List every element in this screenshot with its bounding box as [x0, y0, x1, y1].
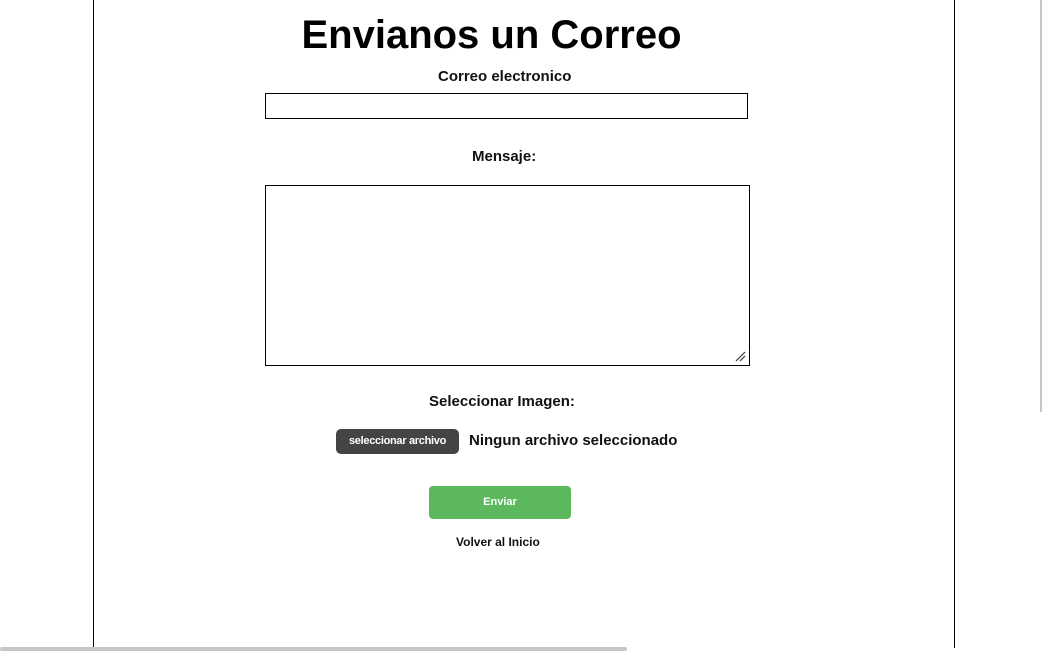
submit-button[interactable]: Enviar: [429, 486, 571, 519]
message-textarea[interactable]: [265, 185, 750, 366]
resize-grip-icon[interactable]: [734, 350, 746, 362]
image-label: Seleccionar Imagen:: [429, 393, 575, 410]
page: Envianos un Correo Correo electronico Me…: [0, 0, 1042, 652]
file-status-text: Ningun archivo seleccionado: [469, 432, 678, 449]
email-field[interactable]: [265, 93, 748, 119]
horizontal-scrollbar[interactable]: [0, 647, 627, 651]
choose-file-button[interactable]: seleccionar archivo: [336, 429, 459, 454]
message-label: Mensaje:: [472, 148, 537, 165]
email-label: Correo electronico: [438, 68, 572, 85]
back-home-link[interactable]: Volver al Inicio: [456, 535, 540, 550]
page-title: Envianos un Correo: [301, 13, 682, 57]
